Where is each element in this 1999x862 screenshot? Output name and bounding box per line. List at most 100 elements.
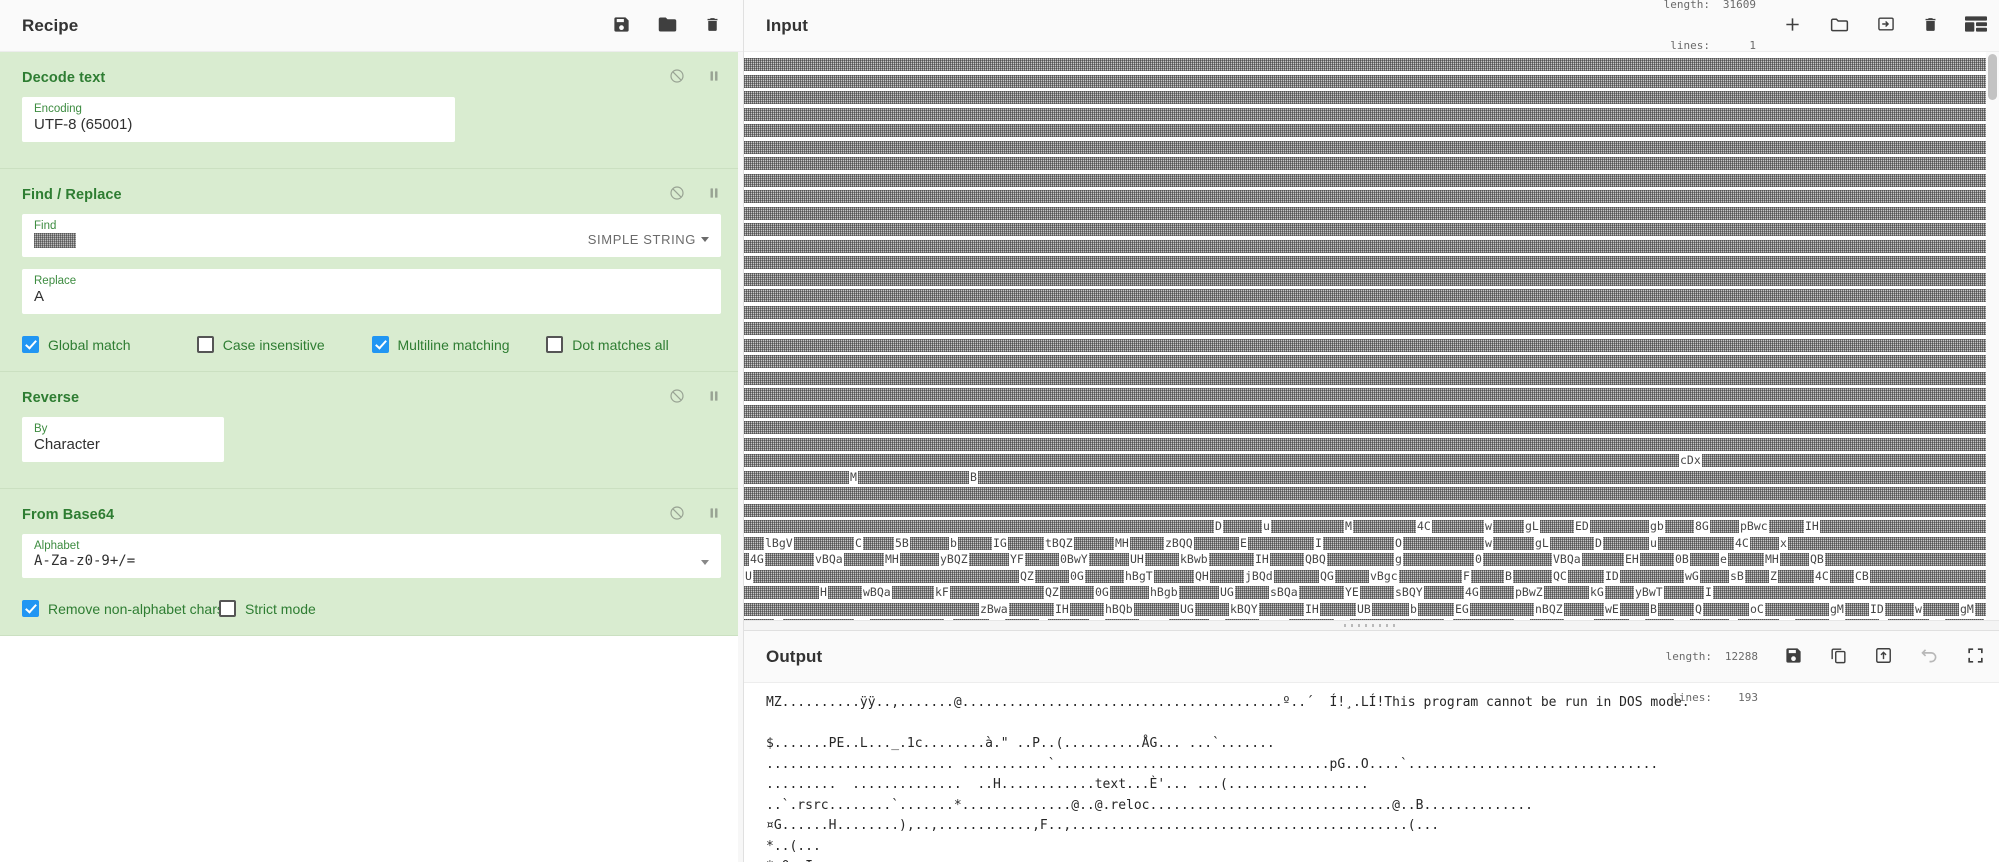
input-line — [744, 190, 1999, 203]
checkbox-multiline-matching[interactable]: Multiline matching — [371, 336, 547, 353]
input-line — [744, 124, 1999, 137]
input-visible-fragment: MH — [1764, 552, 1780, 566]
arg-label: Find — [34, 220, 57, 232]
copy-output-icon[interactable] — [1829, 646, 1848, 668]
input-visible-fragment: lBgV — [764, 535, 794, 550]
input-visible-fragment: M — [1344, 519, 1353, 533]
arg-label: Encoding — [34, 103, 82, 115]
recipe-scrollbar[interactable] — [738, 52, 743, 862]
checkbox-slot: Dot matches all — [546, 336, 721, 353]
open-file-icon[interactable] — [1876, 14, 1896, 37]
input-line — [744, 388, 1999, 401]
recipe-operation[interactable]: Reverse By Character — [0, 372, 743, 489]
input-visible-fragment: b — [1409, 601, 1418, 616]
checkbox-box[interactable] — [196, 336, 214, 353]
pause-breakpoint-icon[interactable] — [707, 185, 721, 204]
operation-argument[interactable]: Encoding UTF-8 (65001) — [22, 97, 455, 142]
clear-recipe-icon[interactable] — [704, 15, 721, 37]
arg-label: Alphabet — [34, 540, 80, 552]
input-visible-fragment: wE — [1604, 601, 1620, 616]
input-line — [744, 157, 1999, 170]
arg-value: A-Za-z0-9+/= — [34, 553, 136, 569]
disable-operation-icon[interactable] — [669, 68, 685, 87]
input-visible-fragment: B — [969, 469, 978, 484]
input-visible-fragment: b — [1879, 618, 1888, 620]
checkbox-global-match[interactable]: Global match — [22, 336, 197, 353]
clear-input-icon[interactable] — [1922, 15, 1939, 37]
pause-breakpoint-icon[interactable] — [707, 388, 721, 407]
operation-body: Encoding UTF-8 (65001) — [0, 91, 743, 142]
add-input-tab-icon[interactable] — [1782, 14, 1803, 38]
recipe-operation[interactable]: Find / Replace Find SIMPLE STRING Replace A G… — [0, 169, 743, 372]
input-textarea[interactable]: cDx M B Du M 4C w gL ED gb 8G pBwc IH lBgV C 5B b IG tBQZ M… — [744, 52, 1999, 620]
pause-breakpoint-icon[interactable] — [707, 68, 721, 87]
input-visible-fragment: IH — [1804, 519, 1820, 533]
input-visible-fragment: e — [1719, 552, 1728, 566]
input-visible-fragment: C — [774, 618, 783, 620]
recipe-operation[interactable]: From Base64 Alphabet A-Za-z0-9+/= Remove no… — [0, 489, 743, 636]
input-visible-fragment: sBQY — [1394, 585, 1424, 599]
operation-argument[interactable]: Replace A — [22, 269, 721, 314]
input-visible-fragment: UG — [1179, 601, 1195, 616]
reset-pane-layout-icon[interactable] — [1965, 15, 1987, 36]
checkbox-box[interactable] — [22, 600, 39, 617]
input-visible-fragment: zBwa — [979, 601, 1009, 616]
recipe-operation[interactable]: Decode text Encoding UTF-8 (65001) — [0, 52, 743, 169]
input-line — [744, 91, 1999, 104]
save-output-icon[interactable] — [1784, 646, 1803, 668]
checkbox-label: Multiline matching — [397, 336, 510, 353]
input-line: C Qq C 0B a cG pBgc kH wBwb ME d gG nBQa IH 5B c 8G DB b EG… — [744, 618, 1999, 620]
input-line — [744, 223, 1999, 236]
input-line — [744, 322, 1999, 335]
input-line: 4G vBQa MH yBQZ YF 0BwY UH kBwb IH QBQ g 0 VBQa EH 0B e… — [744, 552, 1999, 566]
input-visible-fragment: w — [1484, 535, 1493, 550]
input-visible-fragment: 4C — [1416, 519, 1432, 533]
input-visible-fragment: gM — [1829, 601, 1845, 616]
input-visible-fragment: c — [1729, 618, 1738, 620]
operation-header[interactable]: Reverse — [0, 382, 743, 411]
maximise-output-icon[interactable] — [1966, 646, 1985, 668]
operation-header[interactable]: Decode text — [0, 62, 743, 91]
arg-type-dropdown[interactable]: SIMPLE STRING — [588, 232, 709, 248]
operation-argument[interactable]: By Character — [22, 417, 224, 462]
recipe-title: Recipe — [22, 15, 79, 35]
input-visible-fragment: yBwT — [1634, 585, 1664, 599]
checkbox-remove-non-alphabet-chars[interactable]: Remove non-alphabet chars — [22, 600, 224, 617]
input-visible-fragment: U — [744, 568, 753, 583]
disable-operation-icon[interactable] — [669, 388, 685, 407]
input-visible-fragment: hBgb — [1149, 585, 1179, 599]
pause-breakpoint-icon[interactable] — [707, 505, 721, 524]
replace-input-icon[interactable] — [1874, 646, 1893, 668]
disable-operation-icon[interactable] — [669, 505, 685, 524]
undo-bake-icon[interactable] — [1919, 645, 1940, 669]
input-visible-fragment: Q — [1694, 601, 1703, 616]
input-visible-fragment: pBgc — [1139, 618, 1169, 620]
input-visible-fragment: I — [1704, 585, 1713, 599]
checkbox-box[interactable] — [219, 600, 236, 617]
io-splitter[interactable] — [744, 620, 1999, 631]
checkbox-strict-mode[interactable]: Strict mode — [219, 600, 416, 617]
load-recipe-icon[interactable] — [657, 14, 678, 38]
input-scrollbar[interactable] — [1986, 52, 1999, 620]
operation-header[interactable]: From Base64 — [0, 499, 743, 528]
checkbox-box[interactable] — [546, 336, 564, 353]
checkbox-dot-matches-all[interactable]: Dot matches all — [546, 336, 721, 353]
checkbox-box[interactable] — [371, 336, 389, 353]
checkbox-box[interactable] — [22, 336, 39, 353]
arg-value: UTF-8 (65001) — [34, 116, 133, 133]
output-text[interactable]: MZ..........ÿÿ..,.......@...............… — [744, 683, 1999, 862]
input-scrollbar-thumb[interactable] — [1988, 54, 1997, 100]
input-visible-fragment: YE — [1344, 585, 1360, 599]
input-visible-fragment: b — [949, 535, 958, 550]
save-recipe-icon[interactable] — [612, 15, 631, 37]
chevron-down-icon[interactable] — [701, 560, 709, 565]
checkbox-case-insensitive[interactable]: Case insensitive — [196, 336, 372, 353]
arg-main: Find — [34, 220, 588, 248]
disable-operation-icon[interactable] — [669, 185, 685, 204]
operation-argument[interactable]: Alphabet A-Za-z0-9+/= — [22, 534, 721, 578]
recipe-operation-list[interactable]: Decode text Encoding UTF-8 (65001) Find / R… — [0, 52, 743, 862]
operation-argument[interactable]: Find SIMPLE STRING — [22, 214, 721, 257]
input-line — [744, 173, 1999, 187]
operation-header[interactable]: Find / Replace — [0, 179, 743, 208]
open-folder-icon[interactable] — [1829, 14, 1850, 38]
